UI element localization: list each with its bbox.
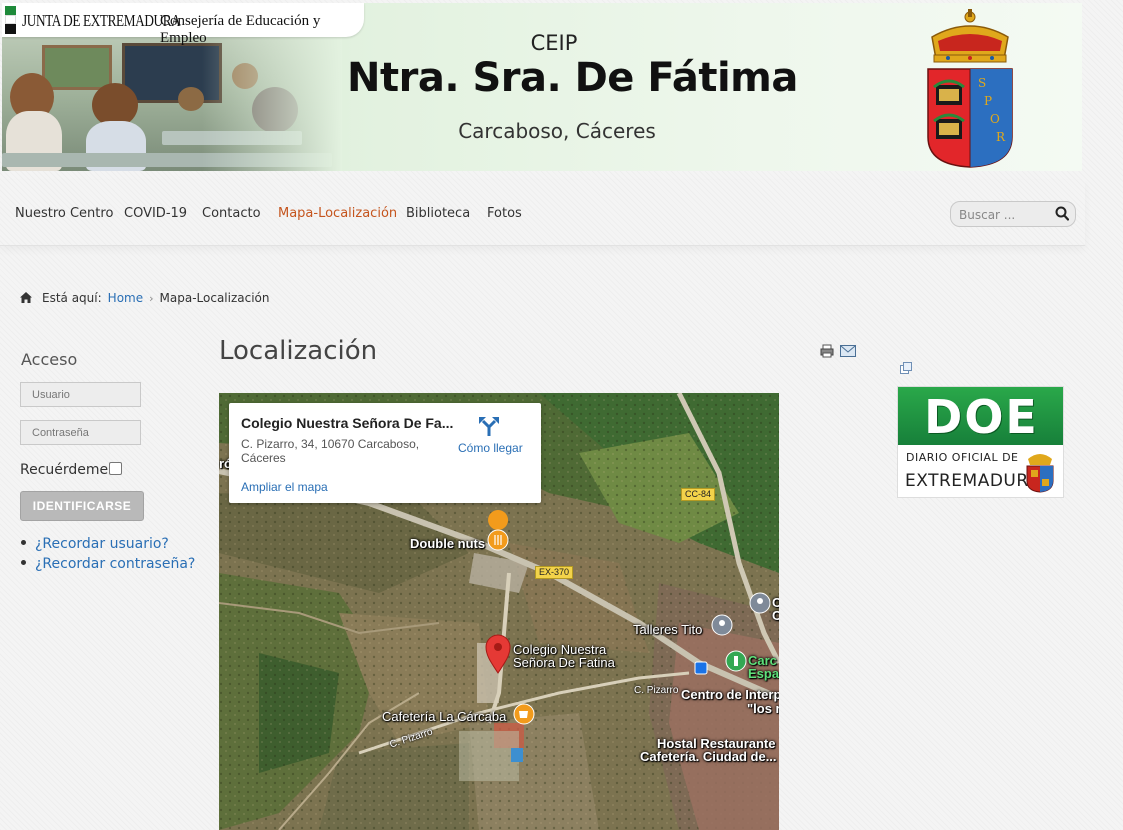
doe-subtitle-line2: EXTREMADURA [905,471,1041,491]
enlarge-map-link[interactable]: Ampliar el mapa [241,480,328,494]
home-icon [20,292,32,303]
forgot-password-item: ¿Recordar contraseña? [20,556,195,572]
garage-marker-icon[interactable] [711,614,733,636]
search-icon[interactable] [1055,206,1069,222]
crest-letter-o: O [990,112,1000,126]
email-icon[interactable] [840,345,856,357]
nav-item-nuestro-centro[interactable]: Nuestro Centro [15,206,113,221]
forgot-password-link[interactable]: ¿Recordar contraseña? [35,556,195,572]
login-title: Acceso [21,350,78,369]
map-label-c-edge: C [772,608,779,623]
map-card-address-line1: C. Pizarro, 34, 10670 Carcaboso, [241,437,420,451]
map-label-hostal-2[interactable]: Cafetería. Ciudad de... [640,750,777,763]
map-card-title: Colegio Nuestra Señora De Fa... [241,415,454,431]
nav-item-mapa-localizacion[interactable]: Mapa-Localización [278,206,397,221]
nav-item-fotos[interactable]: Fotos [487,206,522,221]
header-banner: JUNTA DE EXTREMADURA Consejería de Educa… [2,3,1082,171]
breadcrumb-separator-icon: › [149,292,154,305]
breadcrumb-prefix: Está aquí: [42,291,102,305]
crest-letter-r: R [996,130,1006,144]
map-label-centro[interactable]: Centro de Interp [681,688,779,701]
forgot-username-link[interactable]: ¿Recordar usuario? [35,536,169,552]
street-label-pizarro: C. Pizarro [634,685,679,696]
doe-banner-link[interactable]: DOE DIARIO OFICIAL DE EXTREMADURA [897,386,1064,498]
crest-letter-s: S [978,76,986,90]
map-label-double-nuts[interactable]: Double nuts [410,537,485,550]
google-map[interactable]: CC-84 EX-370 C. Pizarro C. Pizarro Doubl… [219,393,779,830]
map-label-colegio-2[interactable]: Señora De Fatina [513,656,615,669]
nav-item-biblioteca[interactable]: Biblioteca [406,206,470,221]
poi-marker-icon[interactable] [749,592,771,614]
junta-department: Consejería de Educación y Empleo [160,13,321,46]
cafe-marker-icon[interactable] [513,703,535,725]
directions-link[interactable]: Cómo llegar [458,441,523,455]
extremadura-crest-icon [1026,454,1054,493]
junta-name: JUNTA DE EXTREMADURA [22,11,181,30]
crest-letter-p: P [984,94,992,108]
bullet-icon [21,560,26,565]
forgot-username-item: ¿Recordar usuario? [20,536,169,552]
directions-icon[interactable] [477,415,501,437]
park-marker-icon[interactable] [725,650,747,672]
doe-subtitle-line1: DIARIO OFICIAL DE [906,451,1019,464]
map-label-los[interactable]: "los r [747,702,779,715]
main-navigation: Nuestro Centro COVID-19 Contacto Mapa-Lo… [0,180,1085,246]
breadcrumb-current: Mapa-Localización [159,291,270,305]
municipal-crest-icon: S P O R [927,9,1013,168]
remember-me-label: Recuérdeme [20,462,109,478]
doe-logo-text: DOE [924,390,1039,444]
external-link-icon[interactable] [900,362,912,374]
nav-item-contacto[interactable]: Contacto [202,206,261,221]
page-title: Localización [219,336,378,366]
remember-me-checkbox[interactable] [109,462,122,475]
school-location: Carcaboso, Cáceres [458,119,656,143]
print-icon[interactable] [820,344,834,358]
map-label-talleres[interactable]: Talleres Tito [633,623,702,636]
breadcrumb-home-link[interactable]: Home [108,291,143,305]
map-label-cafeteria[interactable]: Cafetería La Cárcaba [382,710,506,723]
password-field[interactable] [20,420,141,445]
search-box [950,201,1076,227]
bus-stop-icon[interactable] [694,661,708,675]
search-input[interactable] [959,206,1049,224]
extremadura-flag-icon [5,6,16,34]
map-card-address-line2: Cáceres [241,451,286,465]
username-field[interactable] [20,382,141,407]
bullet-icon [21,540,26,545]
school-prefix: CEIP [530,31,578,55]
road-shield-cc84: CC-84 [681,488,716,501]
login-button[interactable]: IDENTIFICARSE [20,491,144,521]
road-shield-ex370: EX-370 [535,566,574,579]
breadcrumb: Está aquí: Home › Mapa-Localización [20,291,270,305]
junta-bar: JUNTA DE EXTREMADURA Consejería de Educa… [2,3,364,46]
map-info-card: Colegio Nuestra Señora De Fa... C. Pizar… [229,403,541,503]
nav-item-covid-19[interactable]: COVID-19 [124,206,187,221]
map-label-carc-2[interactable]: Espa [748,667,779,680]
school-name: Ntra. Sra. De Fátima [347,55,798,101]
